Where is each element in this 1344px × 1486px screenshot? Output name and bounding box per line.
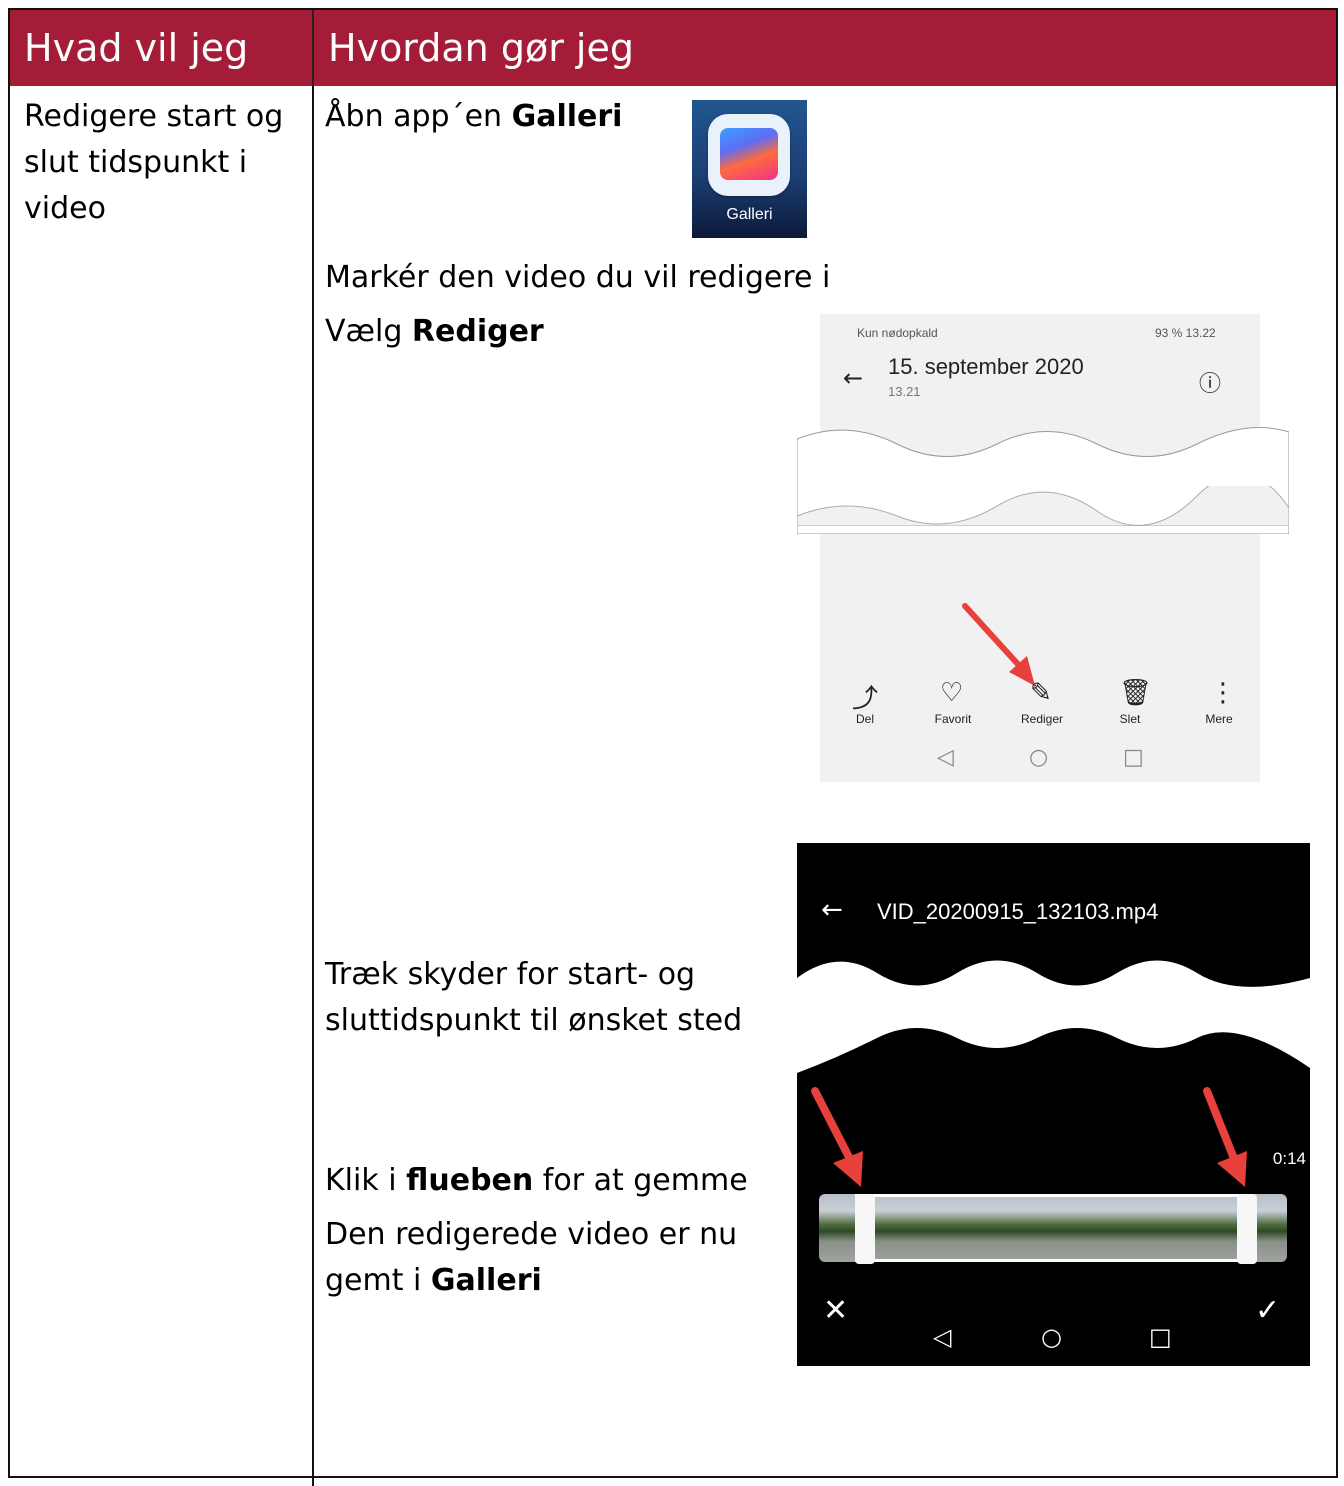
step-open-app: Åbn app´en Galleri bbox=[325, 94, 622, 140]
video-end-time: 0:14 bbox=[1272, 1149, 1306, 1168]
nav-back-icon[interactable]: ◁ bbox=[933, 1323, 951, 1351]
gallery-picture-icon bbox=[720, 128, 778, 180]
step-saved-line-1: Den redigerede video er nu bbox=[325, 1217, 738, 1252]
gallery-screenshot: Kun nødopkald 93 % 13.22 ← 15. september… bbox=[797, 314, 1289, 782]
more-icon[interactable]: ⋮ bbox=[1210, 678, 1236, 708]
status-bar-right: 93 % 13.22 bbox=[1155, 326, 1216, 340]
nav-home-icon[interactable]: ○ bbox=[1041, 1323, 1062, 1351]
status-bar-left: Kun nødopkald bbox=[857, 326, 938, 340]
info-icon[interactable]: ⓘ bbox=[1199, 366, 1221, 398]
step-click-bold: flueben bbox=[406, 1163, 534, 1198]
step-click-text: Klik i bbox=[325, 1163, 407, 1198]
step-mark-video: Markér den video du vil redigere i bbox=[325, 260, 831, 295]
torn-edge-graphic bbox=[797, 960, 1310, 1078]
trim-selection bbox=[855, 1194, 1245, 1262]
step-choose-bold: Rediger bbox=[411, 314, 544, 349]
step-choose: Vælg Rediger bbox=[325, 309, 544, 355]
step-drag-line-1: Træk skyder for start- og bbox=[325, 957, 696, 992]
step-choose-text: Vælg bbox=[325, 314, 412, 349]
trim-start-handle[interactable] bbox=[855, 1194, 875, 1264]
action-mere[interactable]: Mere bbox=[1189, 712, 1249, 726]
action-slet[interactable]: Slet bbox=[1100, 712, 1160, 726]
red-arrow-left bbox=[811, 1087, 863, 1187]
gallery-app-icon[interactable]: Galleri bbox=[692, 100, 807, 238]
task-line-3: video bbox=[24, 191, 106, 226]
table-header: Hvad vil jeg Hvordan gør jeg bbox=[10, 10, 1336, 86]
header-col-what: Hvad vil jeg bbox=[24, 26, 249, 70]
torn-edge-bottom bbox=[797, 486, 1289, 526]
video-editor-screenshot: ← VID_20200915_132103.mp4 0:14 ✕ ✓ ◁ ○ □ bbox=[797, 843, 1310, 1366]
step-open-app-text: Åbn app´en bbox=[325, 99, 512, 134]
back-arrow-icon[interactable]: ← bbox=[821, 895, 843, 925]
red-arrow-right-line bbox=[1203, 1087, 1239, 1165]
step-saved-text: gemt i bbox=[325, 1263, 431, 1298]
task-line-2: slut tidspunkt i bbox=[24, 145, 248, 180]
header-col-how: Hvordan gør jeg bbox=[312, 10, 1338, 86]
action-favorit[interactable]: Favorit bbox=[923, 712, 983, 726]
heart-icon[interactable]: ♡ bbox=[940, 678, 963, 708]
action-del[interactable]: Del bbox=[835, 712, 895, 726]
task-line-1: Redigere start og bbox=[24, 99, 284, 134]
step-open-app-bold: Galleri bbox=[511, 99, 623, 134]
nav-recent-icon[interactable]: □ bbox=[1149, 1323, 1172, 1351]
trash-icon[interactable]: 🗑 bbox=[1119, 678, 1152, 708]
column-divider bbox=[312, 86, 314, 1486]
nav-back-icon[interactable]: ◁ bbox=[937, 745, 954, 770]
video-filename: VID_20200915_132103.mp4 bbox=[877, 899, 1159, 924]
step-saved-line-2: gemt i Galleri bbox=[325, 1258, 542, 1304]
share-icon[interactable]: ⤴ bbox=[852, 678, 878, 715]
action-rediger[interactable]: Rediger bbox=[1012, 712, 1072, 726]
checkmark-icon[interactable]: ✓ bbox=[1255, 1293, 1280, 1328]
step-click-check: Klik i flueben for at gemme bbox=[325, 1158, 748, 1204]
close-icon[interactable]: ✕ bbox=[823, 1293, 848, 1328]
trim-end-handle[interactable] bbox=[1237, 1194, 1257, 1264]
torn-edge-graphic-2 bbox=[797, 486, 1289, 526]
red-arrow bbox=[962, 603, 1035, 686]
step-click-suffix: for at gemme bbox=[533, 1163, 748, 1198]
nav-recent-icon[interactable]: □ bbox=[1123, 745, 1144, 770]
step-saved-bold: Galleri bbox=[430, 1263, 542, 1298]
media-time: 13.21 bbox=[888, 384, 921, 399]
gallery-icon-label: Galleri bbox=[726, 206, 773, 223]
gallery-tile bbox=[708, 114, 790, 196]
back-arrow-icon[interactable]: ← bbox=[843, 364, 863, 392]
edit-pencil-icon[interactable]: ✎ bbox=[1030, 678, 1052, 708]
red-arrow-left-line bbox=[811, 1087, 855, 1165]
step-drag-line-2: sluttidspunkt til ønsket sted bbox=[325, 1003, 743, 1038]
nav-home-icon[interactable]: ○ bbox=[1029, 745, 1048, 770]
media-date: 15. september 2020 bbox=[888, 354, 1084, 379]
red-arrow-line bbox=[962, 603, 1028, 675]
red-arrow-right bbox=[1203, 1087, 1247, 1187]
